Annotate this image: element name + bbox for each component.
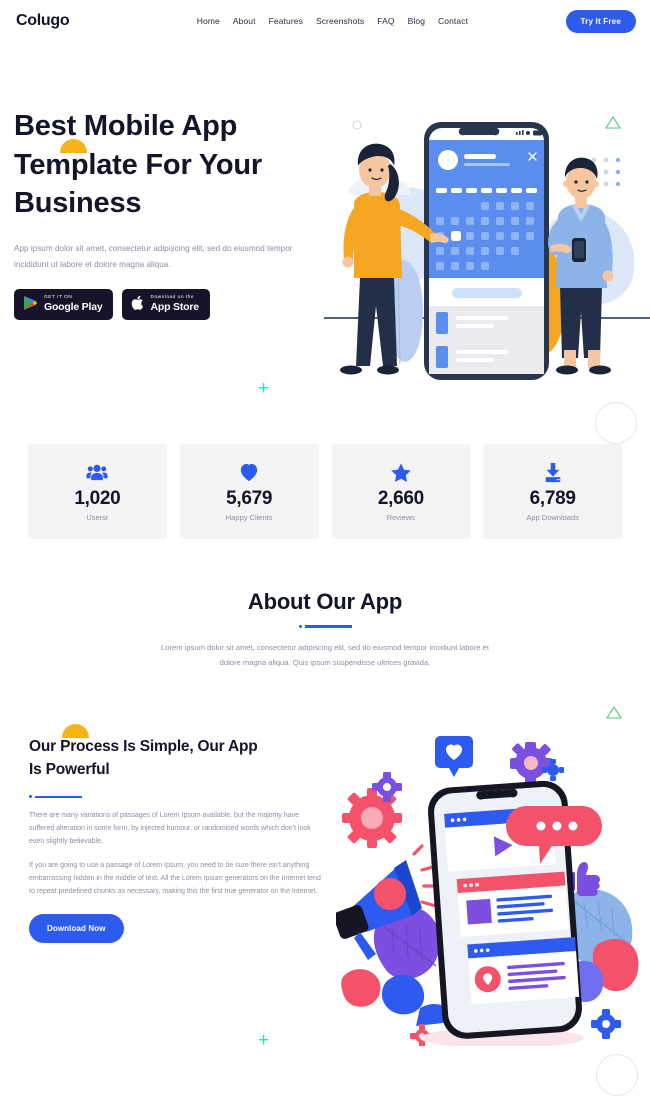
hero-section: + Best Mobile App Template For Your Busi… (0, 42, 650, 444)
hero-title-line-1: Best Mobile App (14, 110, 238, 142)
gear-pink-large (342, 788, 402, 849)
teal-plus-decoration: + (258, 378, 270, 399)
top-navbar: Colugo Home About Features Screenshots F… (0, 0, 650, 42)
app-store-buttons: GET IT ON Google Play Download on the Ap… (14, 288, 332, 320)
divider-bar (304, 625, 352, 628)
stat-value-users: 1,020 (74, 488, 121, 509)
hero-illustration (324, 100, 650, 410)
process-illustration (333, 726, 650, 1049)
app-store-label: Download on the App Store (150, 294, 199, 314)
download-now-button[interactable]: Download Now (29, 913, 124, 943)
process-section: + Our Process Is Simple, Our App Is Powe… (0, 706, 650, 1096)
about-divider (16, 625, 634, 628)
divider-dot-left (29, 795, 32, 799)
about-section: About Our App Lorem ipsum dolor sit amet… (0, 589, 650, 670)
app-store-big-text: App Store (150, 301, 199, 314)
process-title-line-1: Our Process Is Simple, Our App (29, 738, 258, 756)
brand-logo[interactable]: Colugo (16, 12, 70, 30)
nav-item-features[interactable]: Features (269, 16, 303, 26)
app-store-small-text: Download on the (150, 294, 194, 300)
stat-label-reviews: Reviews (386, 513, 416, 522)
hero-title-line-2: Template For Your (14, 148, 262, 181)
hero-text-block: Best Mobile App Template For Your Busine… (14, 107, 332, 320)
google-play-big-text: Google Play (44, 301, 103, 314)
google-play-button[interactable]: GET IT ON Google Play (14, 288, 114, 320)
primary-nav: Home About Features Screenshots FAQ Blog… (167, 16, 468, 26)
users-icon (86, 461, 108, 483)
stat-card-reviews: 2,660 Reviews (331, 444, 471, 539)
process-paragraph-2: If you are going to use a passage of Lor… (29, 862, 321, 895)
try-it-free-button[interactable]: Try It Free (565, 9, 636, 33)
apple-icon (131, 295, 144, 314)
google-play-label: GET IT ON Google Play (44, 294, 103, 314)
divider-dot (298, 625, 302, 628)
heart-pin-icon (435, 736, 473, 778)
stat-value-app-downloads: 6,789 (529, 488, 576, 509)
nav-item-screenshots[interactable]: Screenshots (316, 16, 364, 26)
stat-label-app-downloads: App Downloads (526, 513, 579, 522)
about-title: About Our App (247, 589, 403, 614)
hero-subtitle: App ipsum dolor sit amet, consectetur ad… (14, 243, 293, 269)
heart-icon (238, 461, 260, 483)
character-right (548, 157, 614, 375)
process-paragraph-1: There are many variations of passages of… (29, 812, 311, 846)
process-divider (29, 795, 324, 799)
process-title-line-2: Is Powerful (29, 760, 110, 778)
hero-title: Best Mobile App Template For Your Busine… (14, 107, 332, 223)
star-icon (390, 461, 412, 483)
google-play-small-text: GET IT ON (44, 294, 73, 300)
stat-card-happy-clients: 5,679 Happy Clients (179, 444, 319, 539)
stat-card-users: 1,020 Usersr (28, 444, 167, 539)
nav-item-about[interactable]: About (233, 16, 256, 26)
gear-blue-bottom (591, 1009, 621, 1040)
divider-bar-left (35, 795, 82, 798)
teal-plus-decoration-2: + (258, 1030, 270, 1052)
stat-value-reviews: 2,660 (377, 488, 424, 509)
stat-label-happy-clients: Happy Clients (225, 513, 273, 522)
stat-value-happy-clients: 5,679 (226, 488, 273, 509)
nav-item-home[interactable]: Home (197, 16, 220, 26)
app-store-button[interactable]: Download on the App Store (122, 288, 210, 320)
google-play-icon (23, 295, 38, 314)
stats-section: 1,020 Usersr 5,679 Happy Clients 2,660 R… (0, 444, 650, 539)
about-subtitle: Lorem ipsum dolor sit amet, consectetur … (161, 643, 489, 668)
nav-item-contact[interactable]: Contact (438, 16, 468, 26)
nav-item-faq[interactable]: FAQ (377, 16, 394, 26)
process-text-block: Our Process Is Simple, Our App Is Powerf… (16, 736, 324, 943)
nav-item-blog[interactable]: Blog (408, 16, 425, 26)
gear-purple-medium (510, 742, 552, 785)
process-title: Our Process Is Simple, Our App Is Powerf… (29, 736, 324, 781)
stat-label-users: Usersr (86, 513, 109, 522)
stat-card-app-downloads: 6,789 App Downloads (483, 444, 622, 539)
hero-title-line-3: Business (14, 187, 142, 220)
download-icon (542, 461, 564, 483)
green-triangle-decoration-2 (605, 706, 623, 724)
ring-decoration-2 (596, 1054, 638, 1096)
